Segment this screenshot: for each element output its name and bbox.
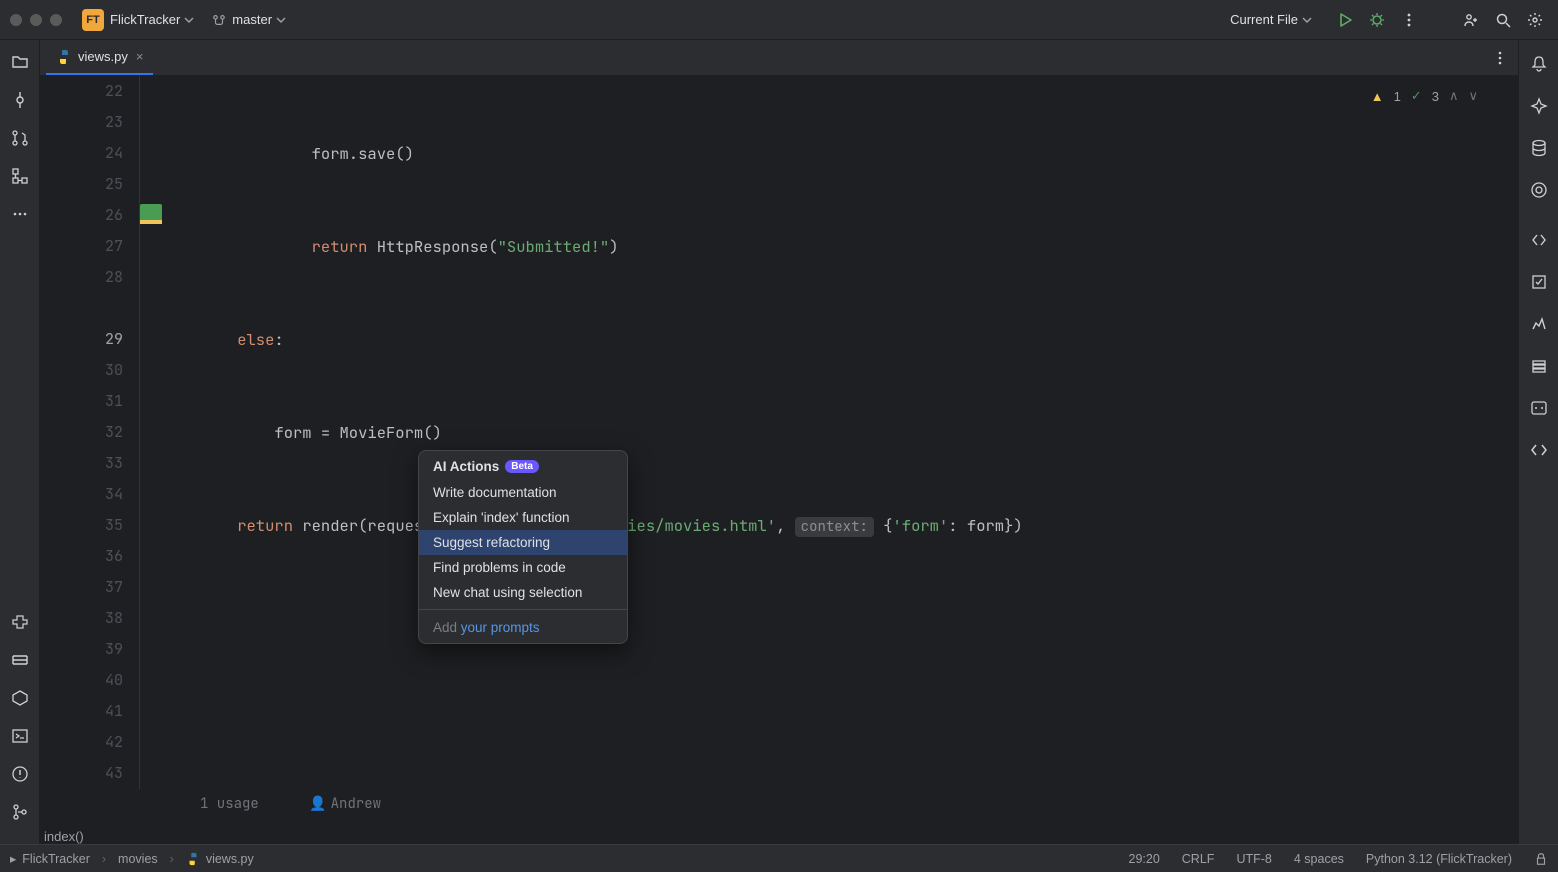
close-tab-button[interactable]: ×	[136, 49, 144, 64]
left-tool-rail	[0, 40, 40, 844]
debug-button[interactable]	[1364, 7, 1390, 33]
ai-actions-add-prompts[interactable]: Add your prompts	[419, 614, 627, 643]
ai-action-refactor[interactable]: Suggest refactoring	[419, 530, 627, 555]
code-editor[interactable]: ▲1 ✓3 ∧ ∨ 22232425262728 293031323334353…	[40, 76, 1518, 844]
ai-action-explain[interactable]: Explain 'index' function	[419, 505, 627, 530]
indent-settings[interactable]: 4 spaces	[1294, 852, 1344, 866]
readonly-toggle-icon[interactable]	[1534, 852, 1548, 866]
branch-icon	[212, 13, 226, 27]
main-area: views.py × ▲1 ✓3 ∧ ∨ 22232425262728 2930…	[0, 40, 1558, 844]
problems-tool-button[interactable]	[6, 760, 34, 788]
chevron-down-icon	[184, 15, 194, 25]
breadcrumb-app[interactable]: movies	[118, 852, 158, 866]
sci-view-tool-button[interactable]	[1525, 176, 1553, 204]
terminal-tool-button[interactable]	[6, 722, 34, 750]
vcs-branch-selector[interactable]: master	[208, 12, 286, 27]
line-separator[interactable]: CRLF	[1182, 852, 1215, 866]
interpreter[interactable]: Python 3.12 (FlickTracker)	[1366, 852, 1512, 866]
editor-breadcrumb[interactable]: index()	[44, 829, 84, 844]
person-icon: 👤	[309, 795, 326, 813]
tab-options-button[interactable]	[1492, 50, 1508, 66]
breadcrumb-file[interactable]: views.py	[206, 852, 254, 866]
beta-badge: Beta	[505, 460, 539, 473]
breadcrumb-project[interactable]: FlickTracker	[22, 852, 90, 866]
python-packages-tool-button[interactable]	[6, 608, 34, 636]
project-tool-button[interactable]	[6, 48, 34, 76]
right-tool-rail	[1518, 40, 1558, 844]
profiler-tool-button[interactable]	[1525, 310, 1553, 338]
notifications-tool-button[interactable]	[1525, 50, 1553, 78]
project-badge: FT	[82, 9, 104, 31]
run-config-selector[interactable]: Current File	[1230, 12, 1312, 27]
ai-assistant-tool-button[interactable]	[1525, 92, 1553, 120]
bookmarks-tool-button[interactable]	[1525, 352, 1553, 380]
titlebar: FT FlickTracker master Current File	[0, 0, 1558, 40]
usages-hint[interactable]: 1 usage	[200, 795, 259, 813]
commit-tool-button[interactable]	[6, 86, 34, 114]
vcs-change-marker[interactable]	[140, 204, 162, 220]
more-tools-button[interactable]	[6, 200, 34, 228]
chevron-down-icon	[276, 15, 286, 25]
code-with-me-button[interactable]	[1458, 7, 1484, 33]
database-tool-button[interactable]	[1525, 134, 1553, 162]
endpoints-tool-button[interactable]	[1525, 394, 1553, 422]
python-file-icon	[56, 49, 72, 65]
chevron-down-icon	[1302, 15, 1312, 25]
project-name: FlickTracker	[110, 12, 180, 27]
run-button[interactable]	[1332, 7, 1358, 33]
tab-filename: views.py	[78, 49, 128, 64]
ai-actions-header: AI Actions Beta	[419, 451, 627, 480]
line-number-gutter: 22232425262728 2930313233343536373839404…	[40, 76, 140, 789]
coverage-tool-button[interactable]	[1525, 268, 1553, 296]
editor-tabbar: views.py ×	[40, 40, 1518, 76]
close-window-icon[interactable]	[10, 14, 22, 26]
editor-tab-views[interactable]: views.py ×	[46, 40, 153, 75]
ai-action-write-docs[interactable]: Write documentation	[419, 480, 627, 505]
ai-actions-popup: AI Actions Beta Write documentation Expl…	[418, 450, 628, 644]
vcs-tool-button[interactable]	[6, 798, 34, 826]
project-selector[interactable]: FT FlickTracker	[82, 9, 194, 31]
collapse-tool-button[interactable]	[1525, 226, 1553, 254]
search-everywhere-button[interactable]	[1490, 7, 1516, 33]
window-controls	[10, 14, 62, 26]
ai-action-find-problems[interactable]: Find problems in code	[419, 555, 627, 580]
maximize-window-icon[interactable]	[50, 14, 62, 26]
pull-requests-tool-button[interactable]	[6, 124, 34, 152]
more-actions-button[interactable]	[1396, 7, 1422, 33]
http-client-tool-button[interactable]	[1525, 436, 1553, 464]
settings-button[interactable]	[1522, 7, 1548, 33]
branch-name: master	[232, 12, 272, 27]
author-hint[interactable]: Andrew	[331, 795, 381, 813]
minimize-window-icon[interactable]	[30, 14, 42, 26]
services-tool-button[interactable]	[6, 646, 34, 674]
run-config-label: Current File	[1230, 12, 1298, 27]
structure-tool-button[interactable]	[6, 162, 34, 190]
python-console-tool-button[interactable]	[6, 684, 34, 712]
statusbar: ▸ FlickTracker › movies › views.py 29:20…	[0, 844, 1558, 872]
nav-bar-toggle-icon[interactable]: ▸	[10, 851, 16, 866]
python-file-icon	[186, 852, 200, 866]
ai-action-new-chat[interactable]: New chat using selection	[419, 580, 627, 605]
menu-separator	[419, 609, 627, 610]
caret-position[interactable]: 29:20	[1129, 852, 1160, 866]
file-encoding[interactable]: UTF-8	[1236, 852, 1271, 866]
code-content: form.save() return HttpResponse("Submitt…	[200, 76, 1518, 844]
editor-area: views.py × ▲1 ✓3 ∧ ∨ 22232425262728 2930…	[40, 40, 1518, 844]
